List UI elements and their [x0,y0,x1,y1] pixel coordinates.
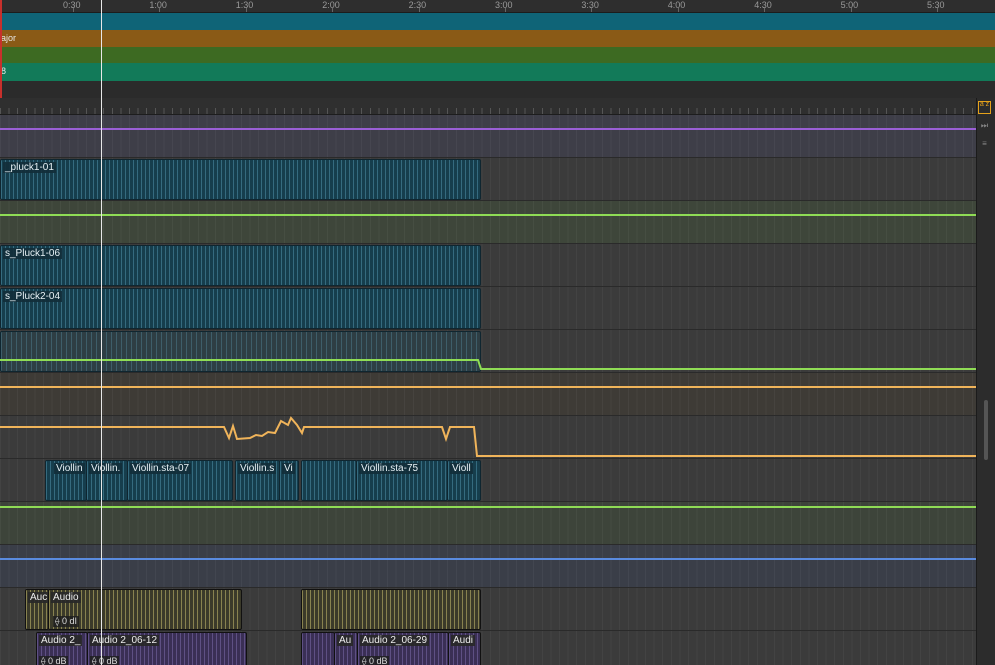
playhead[interactable] [101,0,102,665]
scrollbar-thumb[interactable] [984,400,988,460]
az-sort-icon[interactable]: a z [978,101,991,114]
collapse-icon[interactable]: ≡ [979,139,990,149]
skip-icon[interactable]: ⏭ [979,121,990,131]
automation-line-green-2[interactable] [0,359,976,370]
automation-line-orange-2[interactable] [0,416,976,457]
vertical-scrollbar[interactable] [976,98,995,665]
daw-arrange-window: 0:30 1:00 1:30 2:00 2:30 3:00 3:30 4:00 4:30 5:00… [0,0,995,665]
automation-overlay [0,128,976,560]
